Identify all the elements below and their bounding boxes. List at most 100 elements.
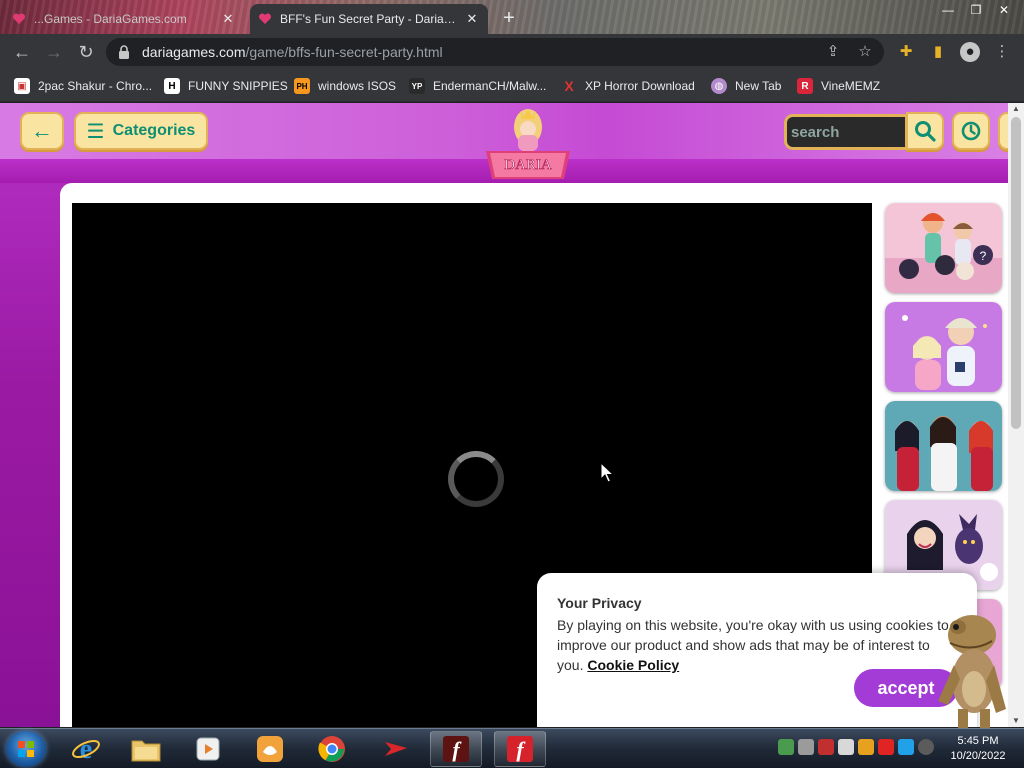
bookmark-label: EndermanCH/Malw... — [433, 79, 547, 93]
taskbar-flash-2[interactable]: f — [494, 731, 546, 767]
ph-icon: PH — [294, 78, 310, 94]
side-panel-icon[interactable]: ▮ — [928, 42, 948, 62]
uc-browser-icon — [257, 736, 283, 762]
history-button[interactable] — [952, 112, 990, 150]
reload-icon[interactable]: ↻ — [74, 40, 98, 64]
bookmark-item[interactable]: PH windows ISOS — [294, 76, 396, 96]
bookmark-item[interactable]: R VineMEMZ — [797, 76, 880, 96]
search-button[interactable] — [906, 112, 944, 150]
bookmark-item[interactable]: H FUNNY SNIPPIES — [164, 76, 288, 96]
taskbar-adobe-app[interactable] — [370, 731, 422, 767]
related-game-thumbnail[interactable] — [885, 302, 1002, 392]
bookmark-label: 2pac Shakur - Chro... — [38, 79, 153, 93]
forward-arrow-icon[interactable]: → — [42, 40, 66, 64]
url-text: dariagames.com/game/bffs-fun-secret-part… — [142, 44, 443, 60]
kebab-menu-icon[interactable]: ⋮ — [992, 42, 1012, 62]
yp-icon: YP — [409, 78, 425, 94]
logo-text: DARIA — [504, 157, 552, 173]
back-arrow-icon[interactable]: ← — [10, 40, 34, 64]
url-host: dariagames.com — [142, 44, 246, 60]
windows-taskbar: e f f 5:45 PM 10/20/2022 — [0, 728, 1024, 768]
mouse-cursor-icon — [600, 462, 614, 483]
tab-title: BFF's Fun Secret Party - DariaGames — [280, 12, 464, 26]
chrome-icon — [318, 736, 345, 762]
bookmark-item[interactable]: X XP Horror Download — [561, 76, 695, 96]
page-scrollbar[interactable]: ▲ ▼ — [1008, 103, 1024, 727]
tray-search-icon[interactable] — [858, 739, 874, 755]
related-game-thumbnail[interactable] — [885, 401, 1002, 491]
pets-thumbnail: ? — [885, 203, 1002, 293]
screen: ...Games - DariaGames.com ✕ BFF's Fun Se… — [0, 0, 1024, 768]
cookie-title: Your Privacy — [557, 595, 642, 611]
browser-tabstrip: ...Games - DariaGames.com ✕ BFF's Fun Se… — [0, 0, 1024, 34]
restore-button[interactable]: ❐ — [962, 2, 990, 18]
bookmark-item[interactable]: YP EndermanCH/Malw... — [409, 76, 546, 96]
extensions-puzzle-icon[interactable]: ✚ — [896, 42, 916, 62]
start-button[interactable] — [6, 731, 46, 767]
tab-title: ...Games - DariaGames.com — [34, 12, 187, 26]
profile-avatar-icon[interactable]: ● — [960, 42, 980, 62]
tray-check-icon[interactable] — [838, 739, 854, 755]
couple-thumbnail — [885, 302, 1002, 392]
folder-icon — [131, 740, 161, 762]
browser-toolbar: ← → ↻ dariagames.com/game/bffs-fun-secre… — [0, 34, 1024, 70]
scroll-down-arrow-icon[interactable]: ▼ — [1008, 715, 1024, 727]
bookmark-label: VineMEMZ — [821, 79, 881, 93]
related-game-thumbnail[interactable]: ? — [885, 203, 1002, 293]
bookmark-item[interactable]: ◍ New Tab — [711, 76, 781, 96]
tray-shield-icon[interactable] — [818, 739, 834, 755]
taskbar-clock[interactable]: 5:45 PM 10/20/2022 — [936, 734, 1020, 764]
bookmark-item[interactable]: ▣ 2pac Shakur - Chro... — [14, 76, 152, 96]
scrollbar-thumb[interactable] — [1011, 117, 1021, 429]
tray-display-icon[interactable] — [898, 739, 914, 755]
tab-active[interactable]: BFF's Fun Secret Party - DariaGames ✕ — [250, 4, 488, 34]
close-window-button[interactable]: ✕ — [990, 2, 1018, 18]
tab-close-icon[interactable]: ✕ — [464, 11, 480, 27]
taskbar-explorer[interactable] — [120, 731, 172, 767]
minimize-button[interactable]: — — [934, 2, 962, 18]
heart-favicon-icon — [258, 12, 272, 26]
lock-icon — [119, 45, 129, 59]
princesses-thumbnail — [885, 401, 1002, 491]
search-icon — [915, 121, 936, 142]
tray-flag-icon[interactable] — [878, 739, 894, 755]
scroll-up-arrow-icon[interactable]: ▲ — [1008, 103, 1024, 115]
globe-icon: ◍ — [711, 78, 727, 94]
flash-player-icon: f — [443, 736, 469, 762]
svg-text:e: e — [80, 734, 92, 764]
back-button[interactable]: ← — [20, 112, 64, 150]
bookmarks-bar: ▣ 2pac Shakur - Chro... H FUNNY SNIPPIES… — [0, 70, 1024, 102]
new-tab-button[interactable]: + — [498, 8, 520, 30]
tab-close-icon[interactable]: ✕ — [220, 11, 236, 27]
share-icon[interactable]: ⇪ — [824, 43, 842, 61]
heart-favicon-icon — [12, 12, 26, 26]
tray-volume-icon[interactable] — [918, 739, 934, 755]
r-icon: R — [797, 78, 813, 94]
clock-date: 10/20/2022 — [950, 750, 1006, 762]
cookie-text: By playing on this website, you're okay … — [557, 615, 957, 675]
address-bar[interactable]: dariagames.com/game/bffs-fun-secret-part… — [106, 38, 884, 66]
tray-device-icon[interactable] — [798, 739, 814, 755]
taskbar-ie[interactable]: e — [60, 731, 112, 767]
taskbar-chrome[interactable] — [306, 731, 358, 767]
adobe-red-icon — [385, 742, 407, 756]
h-icon: H — [164, 78, 180, 94]
taskbar-uc-browser[interactable] — [244, 731, 296, 767]
taskbar-flash-1[interactable]: f — [430, 731, 482, 767]
flash-player-red-icon: f — [507, 736, 533, 762]
favorites-button[interactable]: ◖ — [998, 112, 1008, 150]
frog-sticker — [938, 615, 1006, 729]
bookmark-label: FUNNY SNIPPIES — [188, 79, 288, 93]
search-input[interactable] — [791, 117, 905, 147]
taskbar-media-player[interactable] — [182, 731, 234, 767]
tray-network-icon[interactable] — [778, 739, 794, 755]
x-icon: X — [564, 78, 574, 94]
cookie-policy-link[interactable]: Cookie Policy — [587, 657, 679, 673]
categories-button[interactable]: ☰ Categories — [74, 112, 208, 150]
search-box[interactable] — [784, 114, 908, 150]
svg-text:?: ? — [980, 249, 987, 263]
star-icon[interactable]: ☆ — [856, 43, 874, 61]
system-tray — [778, 739, 934, 759]
tab-inactive[interactable]: ...Games - DariaGames.com ✕ — [4, 4, 244, 34]
bookmark-label: New Tab — [735, 79, 782, 93]
